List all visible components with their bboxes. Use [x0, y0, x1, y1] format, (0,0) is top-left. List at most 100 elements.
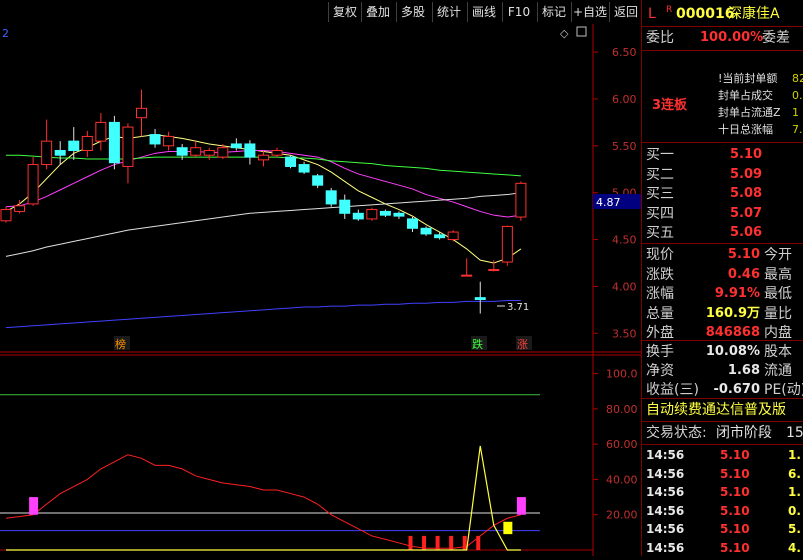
tick-time: 14:56: [646, 485, 685, 499]
quote-label: 涨幅: [646, 286, 674, 302]
tick-volume: 4.: [788, 540, 801, 555]
candle: [230, 143, 242, 149]
candle: [136, 107, 147, 119]
candle: [244, 143, 256, 158]
orderbook-price: 5.09: [730, 166, 763, 182]
candle: [217, 147, 229, 158]
overlay-button[interactable]: 叠加: [361, 2, 394, 22]
restore-rights-button[interactable]: 复权: [328, 2, 361, 22]
tick-price: 5.10: [720, 448, 750, 462]
candle: [379, 210, 391, 216]
tick-volume: 1.: [788, 485, 801, 499]
tick-row[interactable]: 14:56 5.10 0.: [642, 502, 803, 520]
quote-label: 涨跌: [646, 266, 674, 283]
maximize-icon[interactable]: [576, 26, 587, 37]
candle: [474, 297, 486, 301]
quote-label: 总量: [646, 305, 674, 322]
candle: [407, 218, 418, 229]
quote-label2: 量比: [764, 305, 792, 322]
tick-row[interactable]: 14:56 5.10 4.: [642, 539, 803, 557]
quote-label2: 今开: [764, 247, 792, 263]
candle: [420, 227, 432, 235]
orderbook-label: 买一: [646, 147, 674, 163]
moving-average-line: [5, 299, 521, 329]
trade-status-label: 交易状态:: [646, 425, 707, 441]
orderbook-price: 5.08: [730, 186, 763, 201]
signal-marker: [516, 497, 526, 515]
candle: [149, 134, 161, 145]
moving-average-line: [5, 192, 521, 257]
tick-price: 5.10: [720, 466, 750, 481]
seal-values: 82 0. 1 7.: [792, 70, 803, 138]
banner-text[interactable]: 自动续费通达信普及版: [646, 400, 786, 420]
price-axis-label: 5.50: [612, 140, 637, 153]
orderbook-price: 5.07: [730, 205, 763, 221]
candle: [108, 121, 120, 164]
candle: [271, 150, 283, 156]
event-marker-zhang[interactable]: 涨: [517, 338, 528, 351]
event-marker-bang[interactable]: 榜: [115, 337, 126, 351]
seal-item: !当前封单额: [718, 72, 778, 85]
tick-row[interactable]: 14:56 5.10 6.: [642, 465, 803, 483]
tick-price: 5.10: [720, 503, 750, 518]
candle: [352, 212, 364, 220]
candle: [434, 234, 446, 239]
stats-row: 净资 1.68 流通: [642, 361, 803, 381]
tick-price: 5.10: [720, 522, 750, 536]
candle: [81, 135, 93, 152]
tick-row[interactable]: 14:56 5.10 5.: [642, 520, 803, 538]
multi-stock-button[interactable]: 多股: [396, 2, 429, 22]
candle: [176, 147, 188, 156]
candle: [285, 156, 297, 167]
quote-value: 9.91%: [714, 286, 760, 301]
seal-value: 7.: [792, 123, 803, 136]
mark-button[interactable]: 标记: [537, 2, 570, 22]
orderbook-row[interactable]: 买三 5.08: [642, 184, 803, 204]
kline-chart-area[interactable]: 6.50 6.00 5.50 5.00 4.50 4.00 3.50 100.0 80.00 6…: [0, 24, 641, 556]
tick-price: 5.10: [720, 485, 750, 499]
orderbook-row[interactable]: 买五 5.06: [642, 223, 803, 243]
stats-label2: PE(动): [764, 382, 803, 398]
tick-row[interactable]: 14:56 5.10 1.: [642, 483, 803, 501]
candle: [366, 209, 378, 220]
code-prefix: L: [648, 6, 656, 22]
tick-price: 5.10: [720, 540, 750, 555]
price-axis-label: 3.50: [612, 327, 637, 340]
seal-value: 1: [792, 106, 799, 119]
stats-label: 换手: [646, 344, 674, 360]
corner-label: 2: [2, 27, 9, 40]
orderbook-price: 5.10: [730, 147, 763, 162]
candle: [339, 199, 351, 214]
back-button[interactable]: 返回: [609, 2, 642, 22]
code-sup: R: [666, 5, 673, 15]
stats-value: -0.670: [713, 382, 760, 397]
orderbook-label: 买二: [646, 166, 674, 183]
stats-value: 1.68: [727, 363, 760, 378]
draw-line-button[interactable]: 画线: [467, 2, 500, 22]
tick-time: 14:56: [646, 540, 685, 555]
stats-value: 10.08%: [705, 344, 760, 359]
statistics-button[interactable]: 统计: [432, 2, 465, 22]
orderbook-row[interactable]: 买一 5.10: [642, 145, 803, 165]
candle: [488, 269, 500, 272]
stock-code: 000016: [676, 6, 735, 22]
low-price-label: 3.71: [507, 302, 529, 313]
add-watchlist-button[interactable]: +自选: [571, 2, 608, 22]
orderbook-row[interactable]: 买四 5.07: [642, 204, 803, 224]
price-axis-label: 4.00: [612, 280, 637, 293]
candle: [190, 147, 202, 156]
orderbook-row[interactable]: 买二 5.09: [642, 165, 803, 185]
wei-cha-label: 委差: [762, 30, 790, 46]
seal-item: 封单占成交: [718, 89, 773, 102]
trade-status-row: 交易状态: 闭市阶段 15:: [642, 423, 803, 443]
tick-row[interactable]: 14:56 5.10 1.: [642, 446, 803, 464]
kline-chart[interactable]: 6.506.005.505.004.504.003.50 100.080.006…: [0, 24, 641, 556]
quote-value: 5.10: [727, 247, 760, 262]
banner[interactable]: 自动续费通达信普及版: [642, 400, 803, 420]
candle: [257, 154, 269, 161]
stats-label2: 流通: [764, 363, 792, 379]
diamond-icon[interactable]: ◇: [560, 27, 569, 40]
event-marker-die[interactable]: 跌: [472, 337, 483, 351]
f10-button[interactable]: F10: [502, 2, 535, 22]
tick-time: 14:56: [646, 448, 685, 462]
